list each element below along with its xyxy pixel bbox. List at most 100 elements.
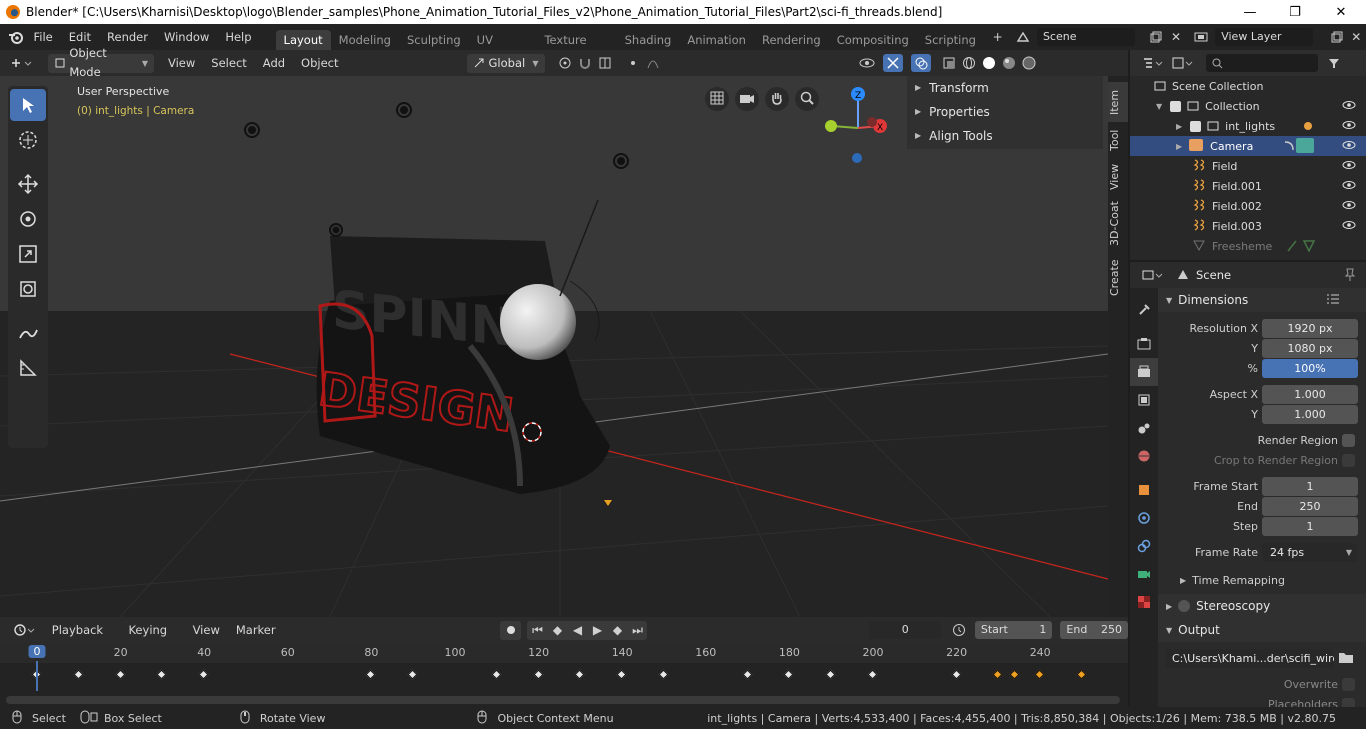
delete-view-layer-icon[interactable]: ✕ xyxy=(1347,28,1366,46)
keyframe[interactable] xyxy=(616,669,627,680)
keyframe[interactable] xyxy=(1034,669,1045,680)
new-view-layer-icon[interactable] xyxy=(1327,28,1347,46)
tab-compositing[interactable]: Compositing xyxy=(829,30,917,50)
outliner-row-field-002[interactable]: Field.002 xyxy=(1130,196,1366,216)
viewport-menu-select[interactable]: Select xyxy=(203,50,254,76)
snap-toggle-icon[interactable] xyxy=(575,54,595,72)
menu-file[interactable]: File xyxy=(26,24,61,50)
keyframe[interactable] xyxy=(783,669,794,680)
timeline-menu-playback[interactable]: Playback ▼ xyxy=(44,617,121,662)
start-frame-field[interactable]: Start 1 xyxy=(974,621,1053,639)
timeline-menu-marker[interactable]: Marker xyxy=(228,617,284,643)
tab-texture-icon[interactable] xyxy=(1130,588,1158,616)
crop-region-checkbox[interactable] xyxy=(1342,453,1355,467)
tab-constraints-icon[interactable] xyxy=(1130,532,1158,560)
keyframe[interactable] xyxy=(658,669,669,680)
timeline-scrollbar[interactable] xyxy=(6,696,1120,704)
tool-cursor[interactable] xyxy=(10,124,46,156)
tab-modeling[interactable]: Modeling xyxy=(331,30,399,50)
end-frame-field[interactable]: End 250 xyxy=(1060,621,1128,639)
shading-solid-icon[interactable] xyxy=(979,54,999,72)
tab-tool-icon[interactable] xyxy=(1130,296,1158,324)
eye-icon[interactable] xyxy=(1342,99,1356,114)
view-layer-field[interactable]: View Layer xyxy=(1215,28,1313,46)
frame-start-field[interactable]: 1 xyxy=(1262,476,1358,496)
outliner-row-field-003[interactable]: Field.003 xyxy=(1130,216,1366,236)
tab-object-icon[interactable] xyxy=(1130,476,1158,504)
npanel-section-align-tools[interactable]: ▶ Align Tools xyxy=(907,124,1103,148)
aspect-x-field[interactable]: 1.000 xyxy=(1262,384,1358,404)
tab-world-icon[interactable] xyxy=(1130,442,1158,470)
frame-rate-dropdown[interactable]: 24 fps ▼ xyxy=(1262,542,1358,562)
menu-window[interactable]: Window xyxy=(156,24,217,50)
current-frame-field[interactable]: 0 xyxy=(869,621,942,639)
tab-texture-paint[interactable]: Texture Paint xyxy=(536,30,616,67)
keyframe[interactable] xyxy=(951,669,962,680)
collection-checkbox[interactable] xyxy=(1170,100,1182,112)
outliner-row-freesheme[interactable]: Freesheme xyxy=(1130,236,1366,256)
tab-sculpting[interactable]: Sculpting xyxy=(399,30,469,50)
tab-shading[interactable]: Shading xyxy=(617,30,680,50)
scene-name-field[interactable]: Scene xyxy=(1036,28,1135,46)
current-frame-indicator[interactable]: 0 xyxy=(28,645,46,658)
delete-scene-icon[interactable]: ✕ xyxy=(1166,28,1186,46)
eye-icon[interactable] xyxy=(1342,219,1356,234)
tab-scripting[interactable]: Scripting xyxy=(917,30,984,50)
folder-icon[interactable] xyxy=(1338,650,1354,667)
output-path-field[interactable]: C:\Users\Khami...der\scifi_wires\ xyxy=(1166,648,1334,668)
blender-menu-icon[interactable] xyxy=(6,28,26,46)
eye-icon[interactable] xyxy=(1342,199,1356,214)
pan-hand-icon[interactable] xyxy=(767,89,787,107)
zoom-icon[interactable] xyxy=(797,89,817,107)
pin-icon[interactable] xyxy=(1344,268,1356,285)
filter-icon[interactable] xyxy=(1324,54,1344,72)
properties-editor-type-icon[interactable] xyxy=(1138,266,1168,284)
close-button[interactable]: ✕ xyxy=(1318,0,1364,24)
display-mode-icon[interactable] xyxy=(1168,54,1198,72)
camera-icon[interactable] xyxy=(737,89,757,107)
tab-animation[interactable]: Animation xyxy=(679,30,754,50)
outliner-search-input[interactable] xyxy=(1206,54,1318,72)
tab-physics-icon[interactable] xyxy=(1130,504,1158,532)
timeline-ruler[interactable]: 0 20 40 60 80 100 120 140 160 180 200 220 240 xyxy=(0,643,1128,663)
maximize-button[interactable]: ❐ xyxy=(1272,0,1318,24)
keyframe[interactable] xyxy=(992,669,1003,680)
stereoscopy-checkbox[interactable] xyxy=(1178,600,1191,612)
view-layer-icon[interactable] xyxy=(1192,28,1212,46)
keyframe[interactable] xyxy=(1076,669,1087,680)
preview-range-icon[interactable] xyxy=(949,621,969,639)
tab-scene-icon[interactable] xyxy=(1130,414,1158,442)
outliner-row-scene-collection[interactable]: Scene Collection xyxy=(1130,76,1366,96)
keyframe[interactable] xyxy=(825,669,836,680)
output-panel-header[interactable]: ▼ Output xyxy=(1158,618,1366,642)
playhead-line[interactable] xyxy=(36,661,38,691)
visibility-selectability-icon[interactable] xyxy=(857,54,877,72)
viewport-menu-object[interactable]: Object xyxy=(293,50,346,76)
keyframe[interactable] xyxy=(156,669,167,680)
shading-rendered-icon[interactable] xyxy=(1019,54,1039,72)
dimensions-panel-header[interactable]: ▼ Dimensions xyxy=(1158,288,1366,312)
stereoscopy-panel-header[interactable]: ▶ Stereoscopy xyxy=(1158,594,1366,618)
tab-view-layer-icon[interactable] xyxy=(1130,386,1158,414)
editor-type-icon[interactable] xyxy=(8,54,38,72)
tool-scale[interactable] xyxy=(10,238,46,270)
auto-keying-icon[interactable] xyxy=(499,620,522,640)
orientation-dropdown[interactable]: Global ▼ xyxy=(466,53,545,73)
timeline-menu-keying[interactable]: Keying ▼ xyxy=(120,617,184,662)
sidebar-tab-tool[interactable]: Tool xyxy=(1108,122,1128,158)
add-workspace-icon[interactable]: + xyxy=(988,28,1008,46)
scene-selector-icon[interactable] xyxy=(1013,28,1033,46)
outliner-row-field-001[interactable]: Field.001 xyxy=(1130,176,1366,196)
jump-end-icon[interactable]: ⏭ xyxy=(627,621,647,639)
camera-view-toggle-icon[interactable] xyxy=(707,89,727,107)
overlays-toggle-icon[interactable] xyxy=(910,54,931,72)
tab-output-icon[interactable] xyxy=(1130,358,1158,386)
xray-toggle-icon[interactable] xyxy=(939,54,959,72)
mode-dropdown[interactable]: Object Mode ▼ xyxy=(48,46,154,79)
aspect-y-field[interactable]: 1.000 xyxy=(1262,404,1358,424)
keyframe[interactable] xyxy=(742,669,753,680)
keyframe[interactable] xyxy=(198,669,209,680)
keyframe[interactable] xyxy=(491,669,502,680)
outliner-row-field[interactable]: Field xyxy=(1130,156,1366,176)
keyframe[interactable] xyxy=(365,669,376,680)
